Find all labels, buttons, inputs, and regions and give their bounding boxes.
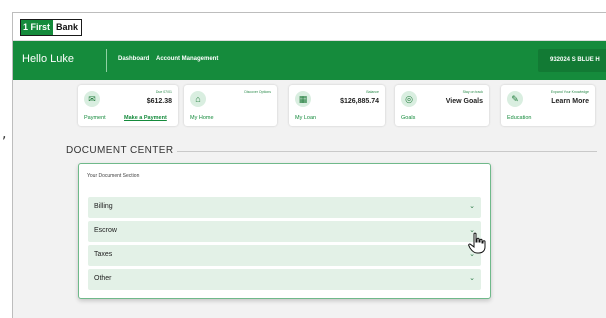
card-goals-value: View Goals [445, 98, 483, 105]
bank-logo[interactable]: 1 First Bank [20, 19, 83, 36]
card-my-home[interactable]: ⌂ Discover Options My Home [184, 85, 277, 126]
accordion-billing[interactable]: Billing ⌄ [88, 197, 481, 218]
main-nav: Hello Luke Dashboard Account Management … [13, 41, 606, 80]
logo-part1: 1 First [21, 20, 54, 35]
card-loan-value: $126,885.74 [340, 98, 379, 105]
greeting: Hello Luke [22, 53, 74, 65]
education-icon: ✎ [507, 91, 523, 107]
chevron-down-icon: ⌄ [469, 203, 475, 210]
card-payment-small: Due 07/01 [155, 90, 172, 94]
accordion-billing-label: Billing [94, 203, 113, 210]
accordion-escrow-label: Escrow [94, 227, 117, 234]
card-goals[interactable]: ◎ Stay on track View Goals Goals [395, 85, 489, 126]
goal-icon: ◎ [401, 91, 417, 107]
document-center-divider [177, 151, 597, 152]
card-payment-label: Payment [84, 115, 106, 121]
accordion-other-label: Other [94, 275, 112, 282]
top-bar: 1 First Bank [13, 13, 606, 41]
accordion-taxes[interactable]: Taxes ⌄ [88, 245, 481, 266]
account-selector[interactable]: 932024 S BLUE H [538, 49, 606, 72]
card-goals-small: Stay on track [462, 90, 483, 94]
document-center-title: DOCUMENT CENTER [66, 145, 174, 156]
home-icon: ⌂ [190, 91, 206, 107]
chevron-down-icon: ⌄ [469, 275, 475, 282]
card-education-small: Expand Your Knowledge [550, 90, 589, 94]
card-loan-small: Balance [366, 90, 379, 94]
card-home-label: My Home [190, 115, 214, 121]
loan-icon: ▦ [295, 91, 311, 107]
card-education[interactable]: ✎ Expand Your Knowledge Learn More Educa… [501, 85, 595, 126]
document-section-label: Your Document Section [87, 173, 140, 179]
payment-icon: ✉ [84, 91, 100, 107]
card-my-loan[interactable]: ▦ Balance $126,885.74 My Loan [289, 85, 385, 126]
card-payment-value: $612.38 [146, 98, 172, 105]
accordion-taxes-label: Taxes [94, 251, 113, 258]
card-payment[interactable]: ✉ Due 07/01 $612.38 Payment Make a Payme… [78, 85, 178, 126]
side-mark: , [2, 126, 7, 142]
nav-divider [106, 49, 107, 72]
hand-cursor-icon [468, 232, 486, 254]
nav-dashboard[interactable]: Dashboard [118, 56, 149, 62]
make-payment-link[interactable]: Make a Payment [124, 115, 167, 121]
nav-account-management[interactable]: Account Management [156, 56, 218, 62]
card-education-value: Learn More [551, 98, 589, 105]
document-section-panel: Your Document Section Billing ⌄ Escrow ⌄… [78, 163, 491, 299]
accordion-escrow[interactable]: Escrow ⌄ [88, 221, 481, 242]
card-goals-label: Goals [401, 115, 416, 121]
card-loan-label: My Loan [295, 115, 317, 121]
logo-part2: Bank [53, 20, 82, 35]
card-education-label: Education [507, 115, 532, 121]
accordion-other[interactable]: Other ⌄ [88, 269, 481, 290]
card-home-small: Discover Options [244, 90, 271, 94]
